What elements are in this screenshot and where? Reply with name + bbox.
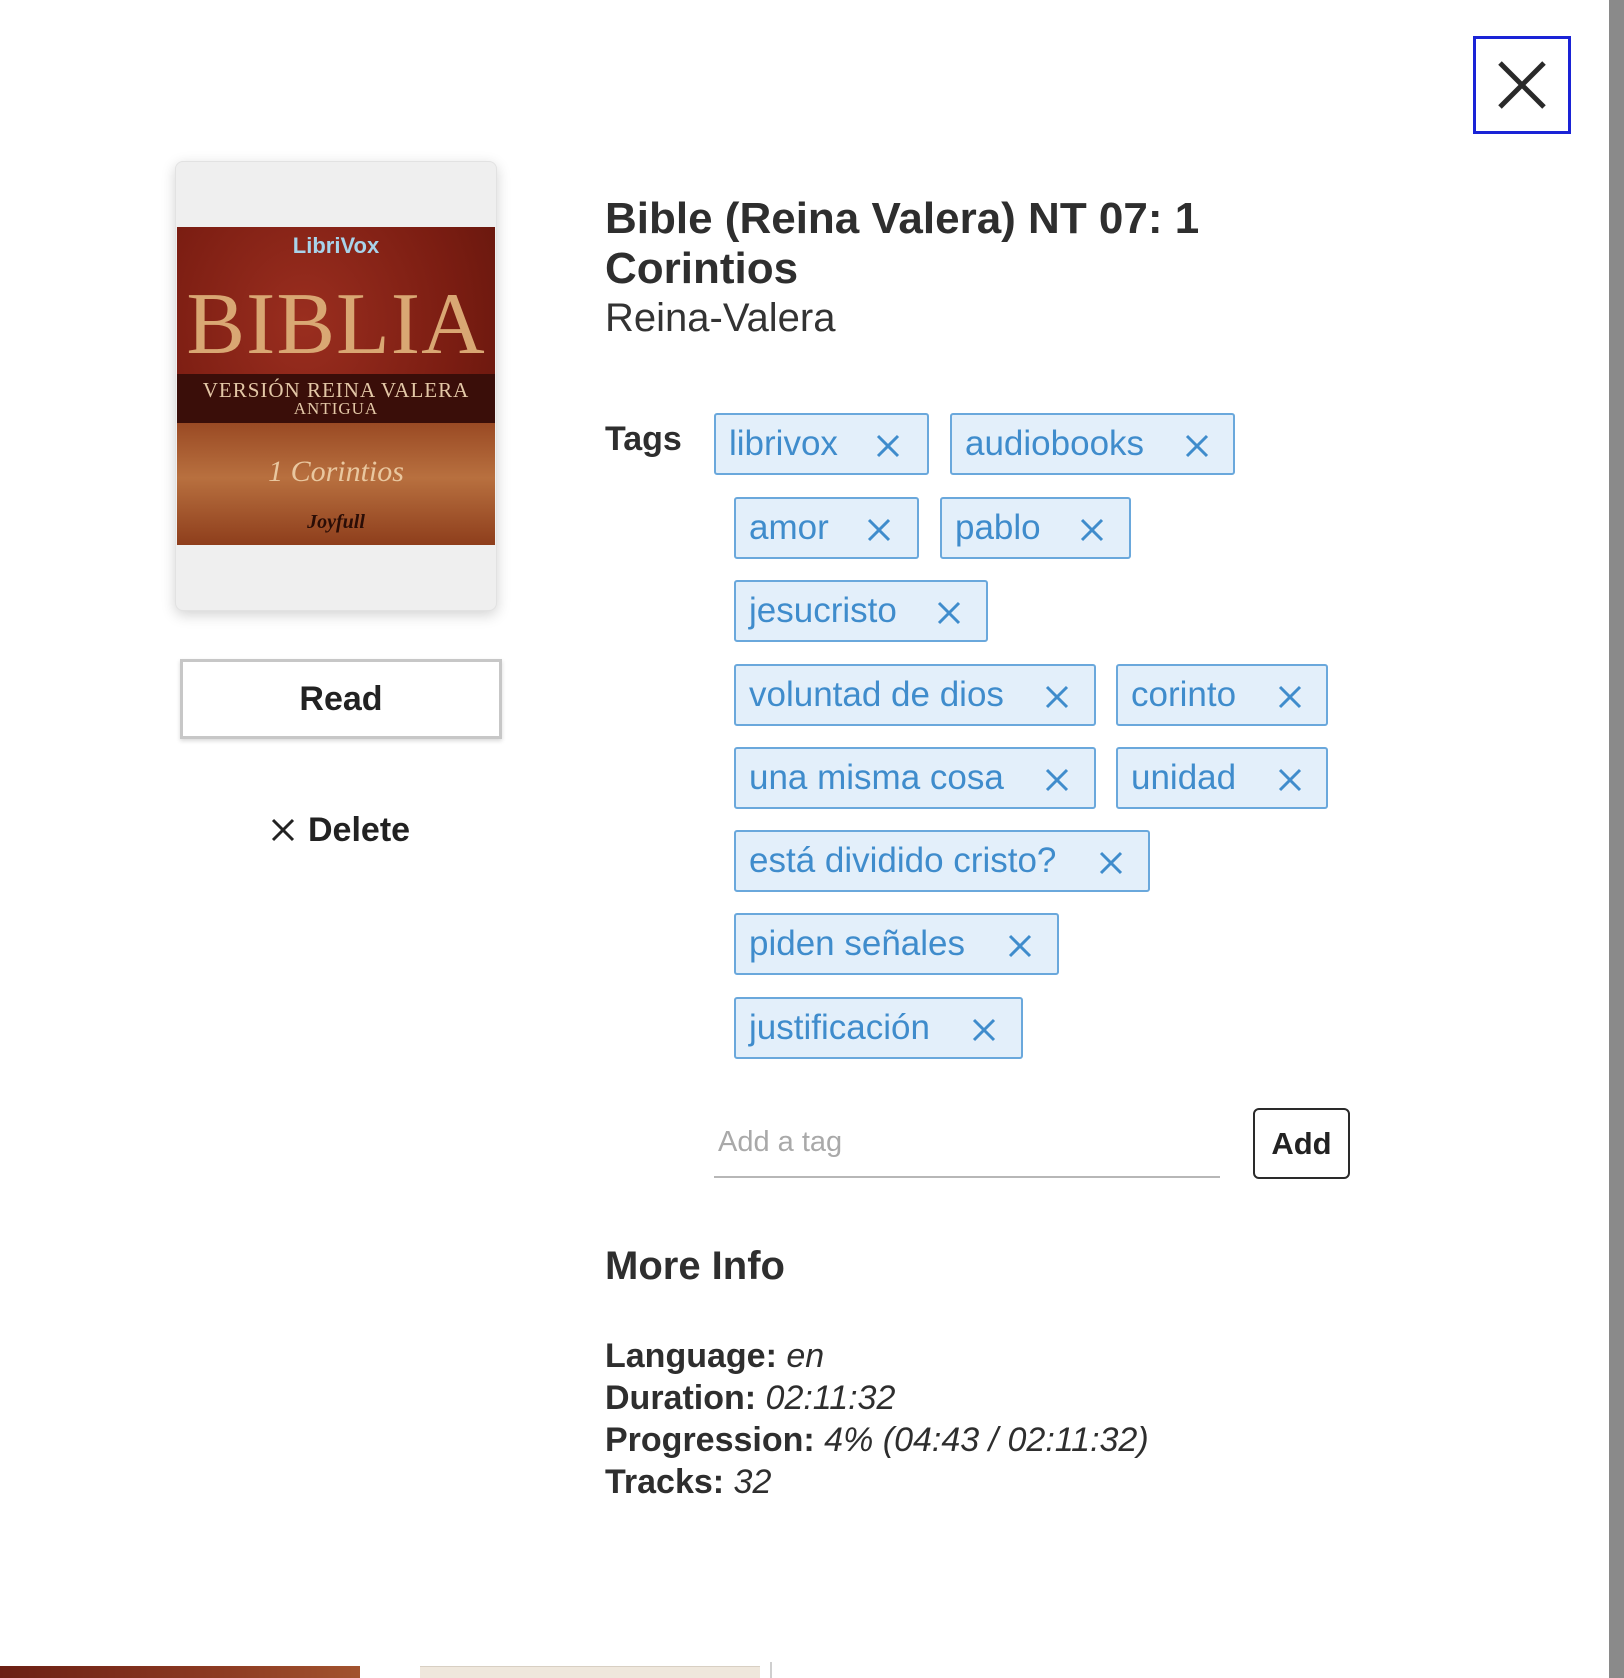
cover-image: LibriVox BIBLIA VERSIÓN REINA VALERA ANT…	[177, 227, 495, 545]
close-button[interactable]	[1473, 36, 1571, 134]
tag-chip: piden señales	[734, 913, 1059, 975]
add-tag-input[interactable]	[714, 1108, 1220, 1178]
tags-label: Tags	[605, 420, 682, 458]
tag-remove-icon[interactable]	[1041, 681, 1073, 713]
cover-card: LibriVox BIBLIA VERSIÓN REINA VALERA ANT…	[175, 161, 497, 611]
background-divider	[770, 1662, 772, 1678]
tag-label: una misma cosa	[749, 758, 1004, 797]
tag-chip: corinto	[1116, 664, 1328, 726]
tag-remove-icon[interactable]	[1095, 847, 1127, 879]
tag-remove-icon[interactable]	[1274, 764, 1306, 796]
tag-label: unidad	[1131, 758, 1237, 797]
cover-brand: LibriVox	[292, 233, 380, 258]
info-progression-value: 4% (04:43 / 02:11:32)	[824, 1421, 1149, 1459]
book-author: Reina-Valera	[605, 296, 836, 340]
scrollbar[interactable]	[1609, 0, 1624, 1678]
tag-chip: jesucristo	[734, 580, 988, 642]
add-tag-button[interactable]: Add	[1253, 1108, 1350, 1179]
tag-label: voluntad de dios	[749, 675, 1004, 714]
tag-remove-icon[interactable]	[1181, 430, 1213, 462]
cover-signature: Joyfull	[307, 511, 365, 533]
tag-label: jesucristo	[749, 591, 897, 630]
tag-label: corinto	[1131, 675, 1237, 714]
tag-label: amor	[749, 508, 829, 547]
background-cover-peek	[0, 1666, 360, 1678]
tag-remove-icon[interactable]	[968, 1014, 1000, 1046]
info-duration-value: 02:11:32	[765, 1379, 896, 1417]
tag-label: librivox	[729, 424, 838, 463]
tag-chip: justificación	[734, 997, 1023, 1059]
info-language-key: Language:	[605, 1337, 777, 1375]
tag-remove-icon[interactable]	[872, 430, 904, 462]
info-tracks-key: Tracks:	[605, 1463, 725, 1501]
tag-remove-icon[interactable]	[1274, 681, 1306, 713]
cover-subtitle-2: ANTIGUA	[293, 399, 379, 418]
tag-label: está dividido cristo?	[749, 841, 1057, 880]
read-button[interactable]: Read	[180, 659, 502, 739]
close-icon	[1498, 61, 1546, 109]
delete-button[interactable]: Delete	[270, 806, 410, 854]
tag-chip: amor	[734, 497, 919, 559]
cover-title: BIBLIA	[186, 276, 486, 373]
tag-chip: audiobooks	[950, 413, 1235, 475]
info-language: Language: en	[605, 1337, 824, 1376]
info-duration: Duration: 02:11:32	[605, 1379, 895, 1418]
tag-chip: voluntad de dios	[734, 664, 1096, 726]
tag-remove-icon[interactable]	[933, 597, 965, 629]
info-progression-key: Progression:	[605, 1421, 815, 1459]
tag-chip: una misma cosa	[734, 747, 1096, 809]
tag-label: justificación	[749, 1008, 930, 1047]
tag-chip: unidad	[1116, 747, 1328, 809]
info-progression: Progression: 4% (04:43 / 02:11:32)	[605, 1421, 1149, 1460]
tag-remove-icon[interactable]	[1076, 514, 1108, 546]
tag-remove-icon[interactable]	[863, 514, 895, 546]
info-language-value: en	[786, 1337, 825, 1375]
tag-chip: está dividido cristo?	[734, 830, 1150, 892]
tag-chip: librivox	[714, 413, 929, 475]
info-tracks: Tracks: 32	[605, 1463, 771, 1502]
info-duration-key: Duration:	[605, 1379, 757, 1417]
cover-book-name: 1 Corintios	[268, 455, 404, 488]
book-details-modal: LibriVox BIBLIA VERSIÓN REINA VALERA ANT…	[0, 0, 1624, 1678]
tag-label: piden señales	[749, 924, 965, 963]
tag-label: pablo	[955, 508, 1041, 547]
more-info-heading: More Info	[605, 1244, 785, 1288]
delete-label: Delete	[308, 810, 411, 849]
tag-chip: pablo	[940, 497, 1131, 559]
tag-remove-icon[interactable]	[1041, 764, 1073, 796]
background-page-peek	[420, 1666, 760, 1678]
info-tracks-value: 32	[733, 1463, 772, 1501]
tag-label: audiobooks	[965, 424, 1145, 463]
x-icon	[271, 818, 295, 842]
book-title: Bible (Reina Valera) NT 07: 1 Corintios	[605, 194, 1200, 293]
tag-remove-icon[interactable]	[1004, 930, 1036, 962]
